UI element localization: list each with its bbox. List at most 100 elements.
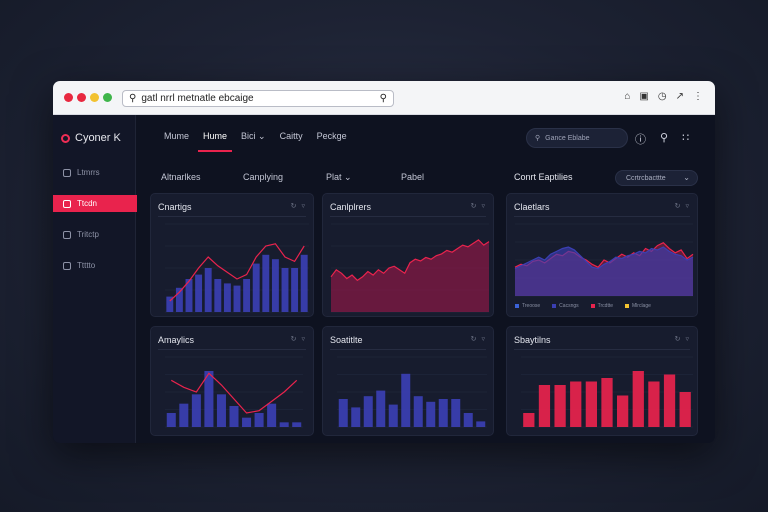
bar	[648, 381, 660, 427]
filter-label: Ccrtrcbacttte	[626, 174, 666, 182]
sidebar-item-3[interactable]: Tritctp	[53, 226, 136, 243]
search-placeholder: Gance Eblabe	[545, 134, 590, 142]
chart-icon	[63, 230, 71, 239]
sidebar-item-label: Ttcdn	[77, 199, 98, 208]
sidebar-item-label: Ttttto	[77, 261, 96, 270]
home-icon	[63, 168, 71, 177]
minimize-window-dot[interactable]	[77, 93, 86, 102]
bar	[632, 371, 644, 427]
bar	[214, 279, 222, 312]
bar	[179, 403, 189, 427]
bar	[242, 417, 252, 427]
bar	[338, 399, 348, 427]
bar	[216, 394, 226, 427]
bar	[538, 385, 551, 427]
bar	[523, 413, 535, 427]
bar	[223, 283, 231, 312]
bar	[252, 263, 260, 312]
maximize-window-dot[interactable]	[103, 93, 112, 102]
bar	[243, 279, 251, 312]
subnav-item-3[interactable]: Plat ⌄	[326, 172, 352, 183]
clock-icon[interactable]: ◷	[658, 91, 667, 102]
search-icon: ⚲	[129, 93, 137, 104]
section-title: Conrt Eaptilies	[514, 172, 573, 182]
chart-svg	[514, 223, 694, 297]
browser-chrome: ⚲ gatl nrrl metnatle ebcaige ⚲ ⌂ ▣ ◷ ↗ ⋮	[53, 81, 715, 115]
chevron-down-icon: ⌄	[683, 173, 690, 182]
bar	[204, 268, 212, 312]
sidebar-item-4[interactable]: Ttttto	[53, 257, 136, 274]
more-icon[interactable]: ⋮	[693, 91, 703, 102]
tab-caitty[interactable]: Caitty	[273, 131, 310, 142]
bar	[376, 390, 386, 427]
bar	[300, 254, 308, 312]
top-nav: Mume Hume Bici ⌄ Caitty Peckge	[157, 131, 354, 152]
pin-icon[interactable]: ↗	[676, 91, 684, 102]
folder-icon	[63, 199, 71, 208]
minimize-window-dot-2[interactable]	[90, 93, 99, 102]
bar	[617, 395, 629, 427]
tab-bici[interactable]: Bici ⌄	[234, 131, 273, 142]
apps-grid-icon[interactable]: ∷	[682, 131, 689, 147]
filter-dropdown[interactable]: Ccrtrcbacttte ⌄	[615, 170, 698, 186]
tab-peckge[interactable]: Peckge	[310, 131, 354, 142]
bar	[254, 413, 264, 427]
subnav-item-2[interactable]: Canplying	[243, 172, 283, 182]
bar	[679, 392, 691, 427]
bar	[233, 285, 241, 312]
tab-mume[interactable]: Mume	[157, 131, 196, 142]
search-icon: ⚲	[535, 135, 541, 142]
bar	[267, 403, 277, 427]
chart-svg	[330, 223, 490, 313]
window-controls	[64, 93, 112, 102]
chart-svg	[165, 223, 309, 313]
legend-item: Trcdtte	[590, 303, 613, 309]
brand-name: Cyoner K	[75, 132, 121, 144]
brand-logo-icon	[61, 133, 70, 143]
bar	[585, 381, 597, 427]
bar	[281, 268, 289, 312]
subnav-item-1[interactable]: Altnarlkes	[161, 172, 201, 182]
bar	[351, 407, 361, 427]
bar	[291, 268, 299, 312]
bar	[438, 399, 448, 427]
brand[interactable]: Cyoner K	[61, 132, 121, 144]
bar	[292, 422, 302, 427]
bar	[271, 259, 279, 312]
bar	[195, 274, 203, 312]
lock-icon[interactable]: ⌂	[624, 91, 630, 102]
chart-card: Claetlars ↻ ▿ Treoose Cacsngs Trcdtte Mlr…	[506, 193, 698, 317]
sidebar-item-label: Ltmrrs	[77, 168, 100, 177]
legend-item: Mlrclage	[625, 303, 651, 309]
bar	[554, 385, 566, 427]
chart-legend: Treoose Cacsngs Trcdtte Mlrclage	[515, 303, 651, 309]
help-icon[interactable]: ⓘ	[635, 131, 646, 147]
sidebar-item-2[interactable]: Ttcdn	[53, 195, 137, 212]
search-input[interactable]: ⚲ Gance Eblabe	[526, 128, 628, 148]
bar	[204, 371, 214, 427]
bar	[426, 401, 436, 427]
bar	[663, 374, 676, 427]
chart-card: Cnartigs ↻ ▿	[150, 193, 314, 317]
sidebar-item-1[interactable]: Ltmrrs	[53, 164, 136, 181]
legend-item: Cacsngs	[552, 303, 579, 309]
chart-svg	[521, 356, 693, 428]
chart-card: Sbaytilns ↻ ▿	[506, 326, 698, 436]
address-bar[interactable]: ⚲ gatl nrrl metnatle ebcaige ⚲	[122, 90, 394, 107]
chart-svg	[337, 356, 487, 428]
close-window-dot[interactable]	[64, 93, 73, 102]
tab-icon[interactable]: ▣	[639, 91, 648, 102]
bar	[463, 413, 473, 427]
subnav-item-4[interactable]: Pabel	[401, 172, 424, 182]
area-fill	[515, 247, 693, 296]
chart-card: Amaylics ↻ ▿	[150, 326, 314, 436]
search-icon[interactable]: ⚲	[660, 131, 668, 147]
sidebar: Cyoner K Ltmrrs Ttcdn Tritctp Ttttto	[53, 115, 137, 443]
sidebar-item-label: Tritctp	[77, 230, 99, 239]
area-fill	[331, 239, 489, 312]
bar	[476, 421, 486, 427]
browser-toolbar: ⌂ ▣ ◷ ↗ ⋮	[624, 91, 703, 102]
tab-hume[interactable]: Hume	[196, 131, 234, 152]
bar	[191, 394, 201, 427]
search-icon[interactable]: ⚲	[380, 93, 387, 104]
